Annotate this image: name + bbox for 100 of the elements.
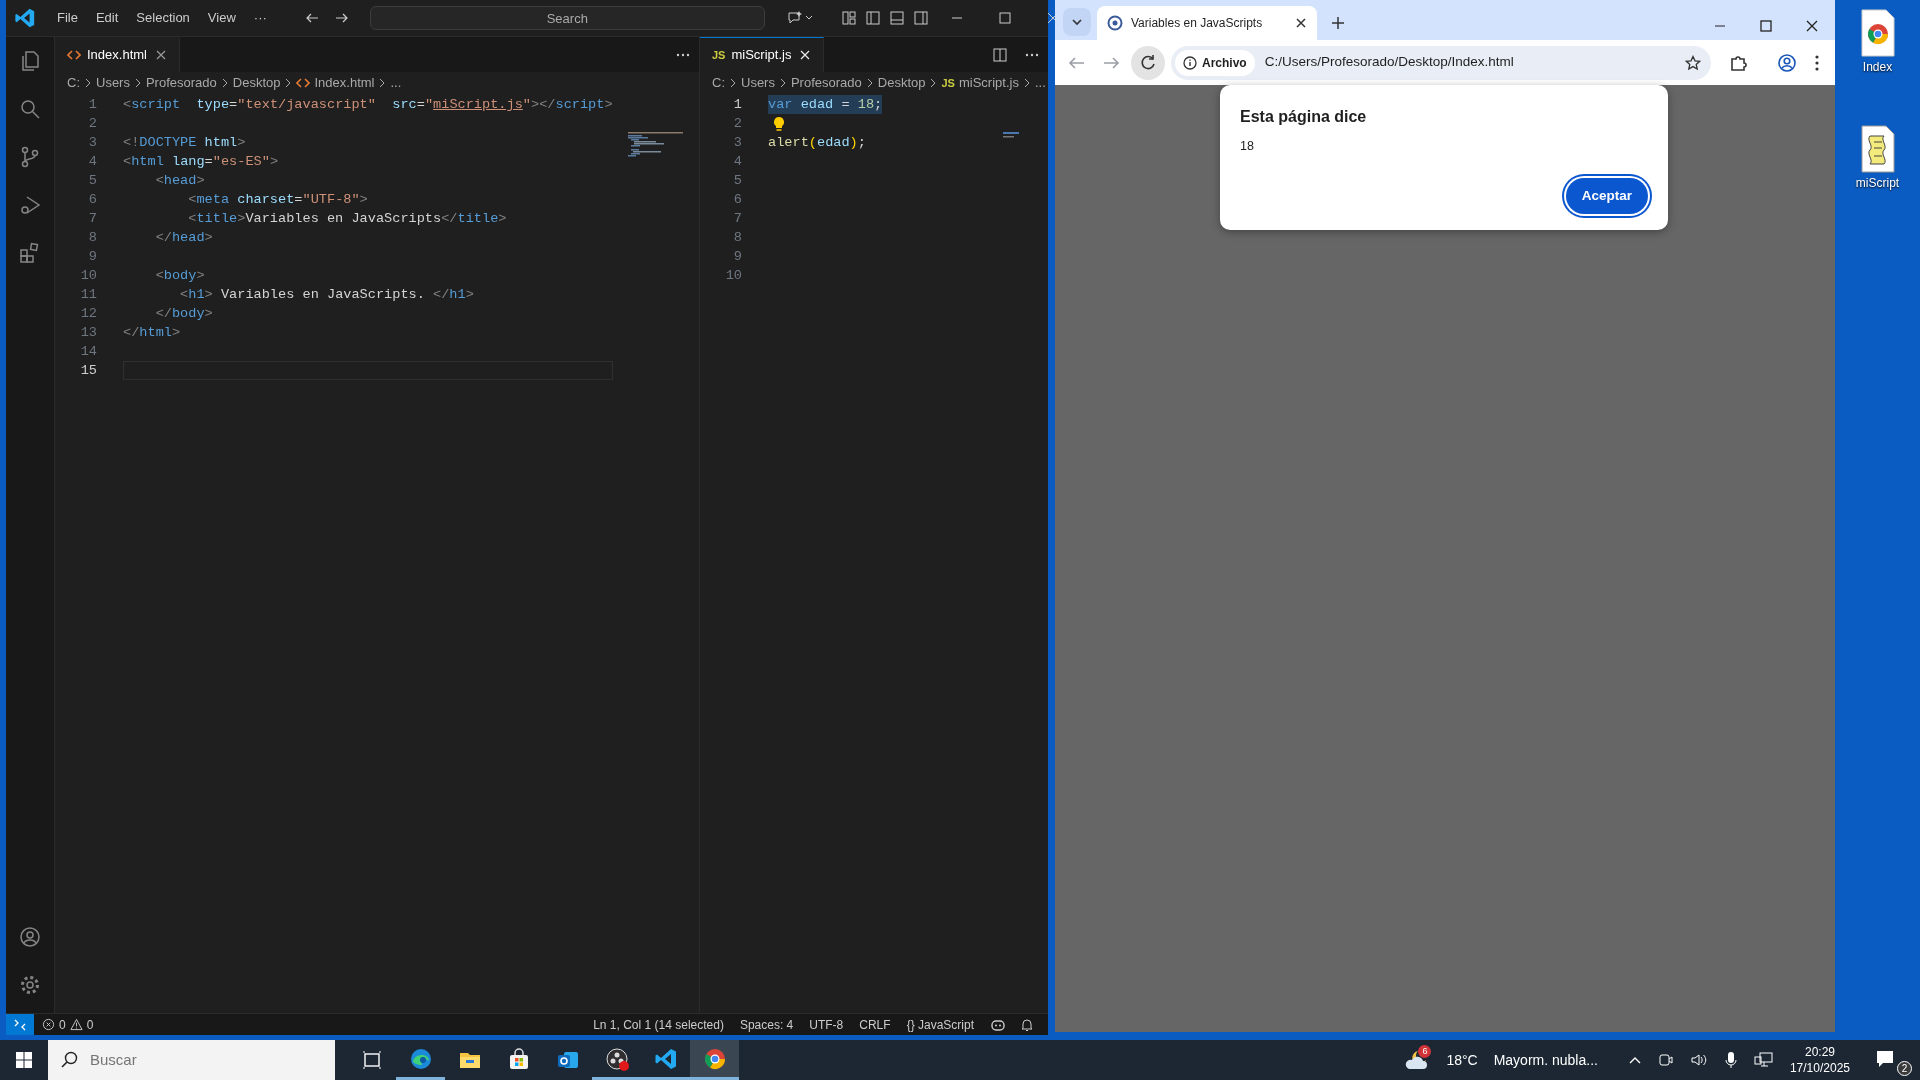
- code-line: <html lang="es-ES">: [123, 153, 279, 171]
- status-item[interactable]: UTF-8: [801, 1015, 852, 1034]
- status-item[interactable]: Ln 1, Col 1 (14 selected): [585, 1015, 732, 1034]
- network-icon[interactable]: [1753, 1051, 1774, 1069]
- code-brackets-icon: [296, 77, 311, 89]
- code-line: <!DOCTYPE html>: [123, 134, 246, 152]
- breadcrumb-item[interactable]: miScript.js: [958, 73, 1019, 93]
- browser-tab[interactable]: Variables en JavaScripts: [1097, 6, 1317, 40]
- chevron-icon: [778, 78, 787, 88]
- line-number: 7: [733, 211, 742, 226]
- secondary-sidebar-icon[interactable]: [912, 10, 929, 26]
- notifications-icon[interactable]: [1876, 1050, 1896, 1070]
- status-item[interactable]: Spaces: 4: [731, 1015, 802, 1034]
- line-number: 12: [80, 306, 97, 321]
- line-number: 6: [88, 192, 97, 207]
- code-line: </html>: [123, 324, 181, 342]
- menu-item[interactable]: ···: [246, 6, 274, 30]
- menu-item[interactable]: View: [200, 6, 243, 30]
- line-number: 3: [733, 135, 742, 150]
- code-line: <title>Variables en JavaScripts</title>: [187, 210, 507, 228]
- code-editor-icon: [653, 1046, 678, 1071]
- microphone-icon[interactable]: [1723, 1051, 1738, 1069]
- desktop-icon-label[interactable]: miScript: [1855, 174, 1900, 192]
- menu-item[interactable]: Edit: [88, 6, 126, 30]
- line-number: 14: [80, 344, 97, 359]
- warning-icon[interactable]: [69, 1018, 83, 1031]
- search-icon[interactable]: [18, 97, 42, 121]
- weather-summary[interactable]: Mayorm. nubla...: [1493, 1049, 1598, 1071]
- code-line: <head>: [154, 172, 205, 190]
- error-icon[interactable]: [42, 1018, 55, 1031]
- status-item[interactable]: CRLF: [851, 1015, 899, 1034]
- code-brackets-icon: [67, 49, 81, 61]
- warning-count[interactable]: 0: [86, 1015, 94, 1034]
- remote-icon: [13, 1017, 27, 1032]
- run-debug-icon[interactable]: [18, 193, 42, 217]
- layout-icon[interactable]: [840, 10, 857, 26]
- search-input[interactable]: Buscar: [88, 1047, 308, 1073]
- menu-item[interactable]: File: [50, 6, 85, 30]
- temperature-label[interactable]: 18°C: [1446, 1049, 1478, 1071]
- address-field[interactable]: C:/Users/Profesorado/Desktop/Index.html: [1262, 51, 1677, 74]
- chat-sparkle-icon[interactable]: [786, 10, 813, 26]
- chevron-icon: [133, 78, 142, 88]
- chevron-icon: [1022, 78, 1031, 88]
- sidebar-toggle-icon[interactable]: [864, 10, 881, 26]
- split-editor-icon[interactable]: [992, 46, 1008, 63]
- minimap-drawing: [1003, 132, 1019, 138]
- info-icon: [1183, 55, 1197, 70]
- chevron-up-icon[interactable]: [1627, 1055, 1642, 1065]
- settings-icon[interactable]: [18, 973, 42, 997]
- taskbar-search-field[interactable]: Buscar: [48, 1040, 335, 1080]
- clock-time[interactable]: 20:29: [1804, 1044, 1835, 1060]
- breadcrumb-item[interactable]: C:: [712, 73, 725, 93]
- search-field[interactable]: Search: [369, 6, 765, 30]
- panel-toggle-icon[interactable]: [888, 10, 905, 26]
- assistant-face-icon[interactable]: [990, 1017, 1006, 1032]
- line-number: 4: [88, 154, 97, 169]
- code-line: <meta charset="UTF-8">: [187, 191, 368, 209]
- code-line: <script type="text/javascript" src="miScript.js"></script>: [123, 96, 613, 114]
- code-line: </body>: [154, 305, 213, 323]
- address-bar[interactable]: Archivo C:/Users/Profesorado/Desktop/Index.html: [1171, 45, 1711, 80]
- status-item[interactable]: {} JavaScript: [898, 1015, 982, 1034]
- line-number: 3: [88, 135, 97, 150]
- error-count[interactable]: 0: [59, 1015, 66, 1034]
- breadcrumb-item[interactable]: Profesorado: [145, 73, 217, 93]
- desktop-icon-label[interactable]: Index: [1862, 58, 1893, 76]
- chevron-icon: [865, 78, 874, 88]
- tab-list-button[interactable]: [1063, 8, 1091, 36]
- clock-date[interactable]: 17/10/2025: [1789, 1060, 1850, 1076]
- line-number: 4: [733, 154, 742, 169]
- line-number: 2: [88, 116, 97, 131]
- reload-icon[interactable]: [1131, 45, 1165, 80]
- account-icon[interactable]: [18, 925, 42, 949]
- close-icon[interactable]: [1295, 17, 1307, 29]
- site-info-button[interactable]: Archivo: [1175, 49, 1255, 76]
- breadcrumb-item[interactable]: ...: [1034, 73, 1046, 93]
- camera-icon[interactable]: [1657, 1052, 1674, 1068]
- breadcrumb-item[interactable]: Profesorado: [790, 73, 862, 93]
- breadcrumb-item[interactable]: Desktop: [232, 73, 281, 93]
- line-number: 5: [88, 173, 97, 188]
- line-number: 6: [733, 192, 742, 207]
- breadcrumb-item[interactable]: ...: [390, 73, 402, 93]
- breadcrumb-item[interactable]: Users: [741, 73, 775, 93]
- new-tab-icon[interactable]: [1331, 16, 1345, 30]
- editor-tab[interactable]: Index.html: [55, 37, 180, 72]
- remote-button[interactable]: [6, 1014, 34, 1035]
- maximize-icon[interactable]: [998, 12, 1011, 24]
- editor-tab[interactable]: JS miScript.js: [700, 37, 825, 72]
- breadcrumb-item[interactable]: Users: [96, 73, 130, 93]
- menu-item[interactable]: Selection: [129, 6, 197, 30]
- line-number: 8: [88, 230, 97, 245]
- breadcrumb-item[interactable]: Index.html: [314, 73, 375, 93]
- bell-icon[interactable]: [1020, 1017, 1034, 1032]
- breadcrumb-item[interactable]: Desktop: [877, 73, 926, 93]
- lightbulb-icon[interactable]: [772, 115, 786, 132]
- star-icon[interactable]: [1685, 54, 1701, 71]
- line-number: 8: [733, 230, 742, 245]
- chevron-icon: [929, 78, 938, 88]
- speaker-icon[interactable]: [1689, 1052, 1708, 1068]
- line-number: 5: [733, 173, 742, 188]
- breadcrumb-item[interactable]: C:: [67, 73, 80, 93]
